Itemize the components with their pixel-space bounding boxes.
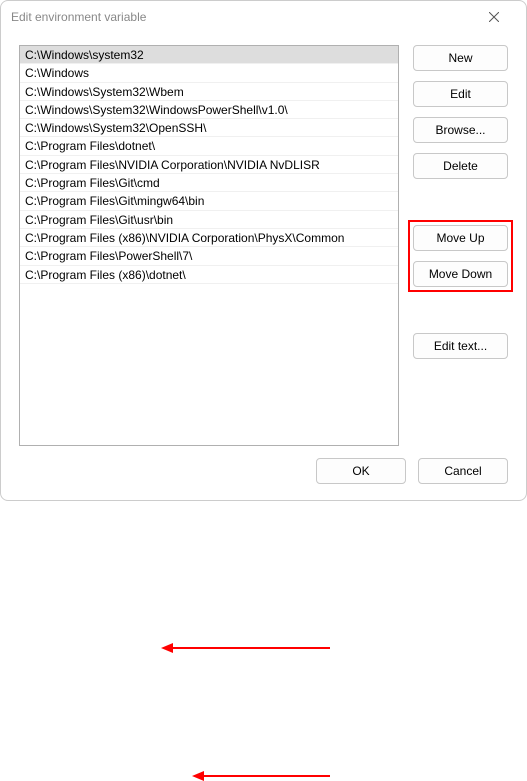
- titlebar: Edit environment variable: [1, 1, 526, 33]
- list-item[interactable]: C:\Windows\System32\Wbem: [20, 83, 398, 101]
- list-item[interactable]: C:\Windows\System32\WindowsPowerShell\v1…: [20, 101, 398, 119]
- list-item[interactable]: C:\Windows\system32: [20, 46, 398, 64]
- window-title: Edit environment variable: [11, 10, 472, 24]
- list-item[interactable]: C:\Windows\System32\OpenSSH\: [20, 119, 398, 137]
- list-item[interactable]: C:\Program Files\Git\cmd: [20, 174, 398, 192]
- edit-text-button[interactable]: Edit text...: [413, 333, 508, 359]
- list-item[interactable]: C:\Windows: [20, 64, 398, 82]
- dialog-footer: OK Cancel: [1, 452, 526, 500]
- close-icon: [489, 12, 499, 22]
- list-item[interactable]: C:\Program Files\Git\usr\bin: [20, 211, 398, 229]
- move-down-button[interactable]: Move Down: [413, 261, 508, 287]
- list-item[interactable]: C:\Program Files\PowerShell\7\: [20, 247, 398, 265]
- side-button-panel: New Edit Browse... Delete Move Up Move D…: [413, 45, 508, 446]
- new-button[interactable]: New: [413, 45, 508, 71]
- path-listbox[interactable]: C:\Windows\system32C:\WindowsC:\Windows\…: [19, 45, 399, 446]
- edit-button[interactable]: Edit: [413, 81, 508, 107]
- list-item[interactable]: C:\Program Files\NVIDIA Corporation\NVID…: [20, 156, 398, 174]
- browse-button[interactable]: Browse...: [413, 117, 508, 143]
- ok-button[interactable]: OK: [316, 458, 406, 484]
- content-area: C:\Windows\system32C:\WindowsC:\Windows\…: [1, 33, 526, 452]
- list-item[interactable]: C:\Program Files (x86)\dotnet\: [20, 266, 398, 284]
- close-button[interactable]: [472, 3, 516, 31]
- delete-button[interactable]: Delete: [413, 153, 508, 179]
- list-item[interactable]: C:\Program Files\dotnet\: [20, 137, 398, 155]
- dialog-window: Edit environment variable C:\Windows\sys…: [0, 0, 527, 501]
- list-item[interactable]: C:\Program Files\Git\mingw64\bin: [20, 192, 398, 210]
- move-up-button[interactable]: Move Up: [413, 225, 508, 251]
- list-item[interactable]: C:\Program Files (x86)\NVIDIA Corporatio…: [20, 229, 398, 247]
- cancel-button[interactable]: Cancel: [418, 458, 508, 484]
